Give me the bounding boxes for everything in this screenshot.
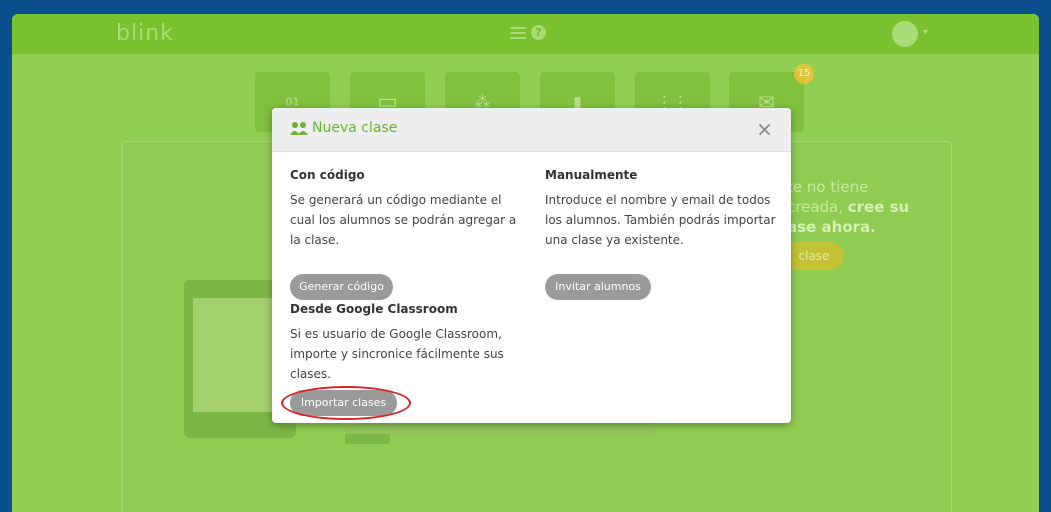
calendar-icon: 01	[285, 95, 300, 109]
background-text-3-bold: ase ahora.	[787, 218, 876, 236]
close-icon[interactable]: ×	[756, 118, 773, 140]
code-section-desc: Se generará un código mediante el cual l…	[290, 193, 517, 247]
background-message: te no tiene creada, cree su ase ahora.	[787, 177, 927, 237]
help-icon[interactable]: ?	[531, 25, 546, 40]
chevron-down-icon[interactable]: ▾	[923, 27, 928, 38]
background-text-2-bold: cree su	[847, 198, 910, 216]
app-screen: blink ? ▾ 01 ▭ ⁂ ▮ ⋮⋮ ✉ 15 te no tiene c…	[12, 14, 1039, 512]
google-section-title: Desde Google Classroom	[290, 302, 458, 316]
background-text-1: te no tiene	[787, 178, 869, 196]
laptop-illustration	[345, 422, 655, 436]
manual-section-desc: Introduce el nombre y email de todos los…	[545, 193, 776, 247]
new-class-modal: Nueva clase × Con código Se generará un …	[272, 108, 791, 423]
google-section-desc: Si es usuario de Google Classroom, impor…	[290, 327, 504, 381]
highlight-circle	[281, 386, 411, 420]
brand-logo[interactable]: blink	[116, 21, 174, 46]
modal-title: Nueva clase	[312, 120, 398, 136]
invite-students-button[interactable]: Invitar alumnos	[545, 274, 651, 300]
window-frame: blink ? ▾ 01 ▭ ⁂ ▮ ⋮⋮ ✉ 15 te no tiene c…	[0, 0, 1051, 512]
code-section-title: Con código	[290, 168, 365, 182]
manual-section-title: Manualmente	[545, 168, 638, 182]
menu-icon[interactable]	[510, 27, 526, 39]
background-create-class-button[interactable]: clase	[784, 242, 844, 270]
mail-badge: 15	[794, 64, 814, 84]
group-icon	[290, 122, 308, 135]
top-bar: blink ? ▾	[12, 14, 1039, 54]
modal-header: Nueva clase ×	[272, 108, 791, 152]
user-avatar[interactable]	[892, 21, 918, 47]
background-text-2: creada,	[787, 198, 848, 216]
generate-code-button[interactable]: Generar código	[290, 274, 393, 300]
laptop-base-illustration	[345, 434, 390, 444]
